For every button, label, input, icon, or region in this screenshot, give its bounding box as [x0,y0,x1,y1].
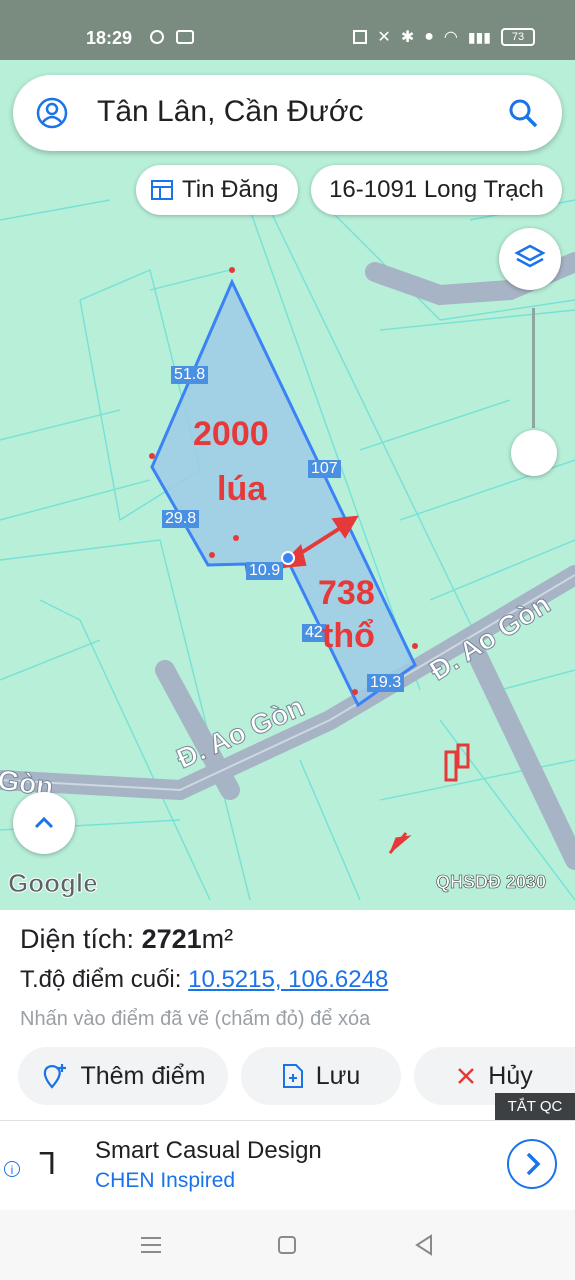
annotation-type-bottom: thổ [322,617,375,655]
chip-location-label: 16-1091 Long Trạch [329,176,544,203]
chip-news-label: Tin Đăng [182,176,279,203]
status-time: 18:29 [86,28,133,48]
zoom-slider-thumb[interactable] [511,430,557,476]
zalo-icon [176,30,194,44]
edge-length-label: 51.8 [171,366,209,384]
edge-length-label: 29.8 [162,510,200,528]
menu-icon[interactable] [140,1235,162,1255]
add-file-icon [282,1064,303,1088]
save-label: Lưu [315,1061,361,1090]
chevron-right-icon [526,1152,541,1176]
area-row: Diện tích: 2721m² [20,924,233,955]
signal-icon: ▮▮▮ [467,28,491,45]
chip-news[interactable]: Tin Đăng [136,165,298,215]
hint-text: Nhấn vào điểm đã vẽ (chấm đỏ) để xóa [20,1008,371,1030]
edge-length-label: 107 [308,460,341,478]
ad-open-button[interactable] [507,1139,557,1189]
google-logo: Google [8,868,99,899]
back-icon[interactable] [414,1234,434,1256]
annotation-type-top: lúa [217,470,267,508]
edge-length-label: 10.9 [246,562,284,580]
edge-length-label: 19.3 [367,674,405,692]
home-icon[interactable] [277,1235,297,1255]
add-point-button[interactable]: Thêm điểm [18,1047,228,1105]
ad-banner[interactable]: i ᒣ Smart Casual Design CHEN Inspired [0,1120,575,1211]
add-location-icon [44,1064,67,1089]
coord-row: T.độ điểm cuối: 10.5215, 106.6248 [20,966,388,994]
map-layer-badge: QHSDĐ 2030 [436,872,547,893]
area-value: 2721 [141,924,202,954]
account-icon[interactable] [35,96,69,130]
annotation-area-top: 2000 [193,415,269,453]
mute-icon: ✕ [377,29,391,46]
ad-info-icon[interactable]: i [4,1161,20,1177]
status-icons: ✕ ✱ ● ◠ ▮▮▮ 73 [353,27,535,47]
brand-logo-icon: ᒣ [38,1148,57,1181]
add-point-label: Thêm điểm [80,1061,206,1090]
search-input[interactable]: Tân Lân, Cần Đước [97,95,364,129]
annotation-area-bottom: 738 [318,574,375,612]
battery-indicator: 73 [501,28,535,46]
coord-label: T.độ điểm cuối: [20,966,182,993]
close-ads-button[interactable]: TẮT QC [495,1093,575,1120]
area-label: Diện tích: [20,924,135,954]
location-icon: ● [424,28,434,45]
area-unit: m² [201,924,234,954]
ad-subtitle: CHEN Inspired [95,1169,236,1192]
cancel-label: Hủy [488,1061,533,1090]
expand-panel-button[interactable] [13,792,75,854]
layers-icon [514,244,546,268]
save-button[interactable]: Lưu [241,1047,401,1105]
search-icon[interactable] [507,97,539,129]
zoom-slider-track[interactable] [532,308,535,428]
nfc-icon [353,30,368,44]
chip-location[interactable]: 16-1091 Long Trạch [311,165,562,215]
status-bar: 18:29 ✕ ✱ ● ◠ ▮▮▮ 73 [0,0,575,60]
close-icon [458,1068,475,1084]
layers-button[interactable] [499,228,561,290]
chevron-up-icon [34,816,54,829]
system-nav-bar [0,1210,575,1280]
newspaper-icon [151,180,173,200]
ad-title: Smart Casual Design [95,1137,322,1164]
search-bar[interactable]: Tân Lân, Cần Đước [13,75,562,151]
wifi-icon: ◠ [443,29,458,46]
bluetooth-icon: ✱ [400,29,415,46]
facebook-icon [150,30,164,44]
coord-link[interactable]: 10.5215, 106.6248 [188,966,388,993]
